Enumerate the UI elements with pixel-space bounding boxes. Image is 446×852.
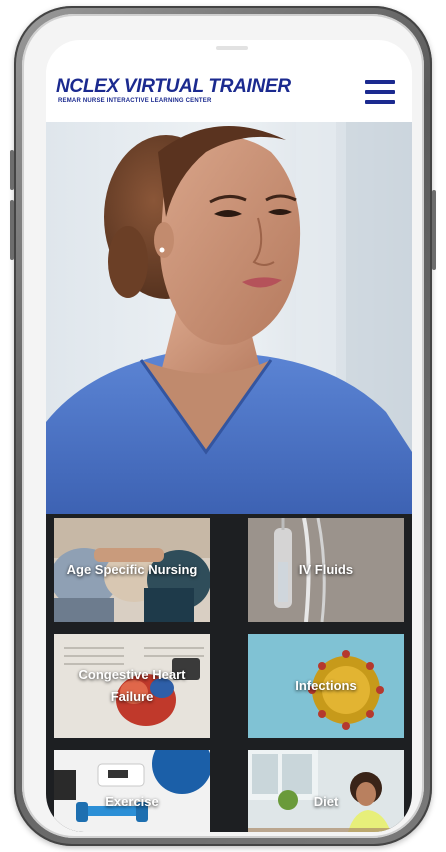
tile-exercise[interactable]: Exercise — [54, 750, 210, 832]
tile-label: Infections — [295, 678, 357, 693]
brand-subtitle: REMAR NURSE INTERACTIVE LEARNING CENTER — [58, 98, 212, 104]
phone-speaker — [216, 46, 248, 50]
phone-notch — [176, 40, 286, 60]
nurse-photo — [46, 122, 412, 514]
hamburger-menu-icon[interactable] — [364, 78, 396, 106]
tile-infections[interactable]: Infections — [248, 634, 404, 738]
tile-age-specific-nursing[interactable]: Age Specific Nursing — [54, 518, 210, 622]
hero-image — [46, 122, 412, 514]
tile-label: Congestive Heart Failure — [78, 667, 186, 704]
phone-side-button — [10, 200, 14, 260]
tile-label: Exercise — [105, 794, 159, 809]
tile-label: Diet — [313, 794, 339, 809]
brand-title[interactable]: NCLEX VIRTUAL TRAINER — [56, 76, 291, 98]
topic-grid: Age Specific Nursing IV Fluids Congestiv… — [46, 514, 412, 832]
tile-label: Age Specific Nursing — [66, 562, 198, 577]
tile-congestive-heart-failure[interactable]: Congestive Heart Failure — [54, 634, 210, 738]
phone-side-button — [10, 150, 14, 190]
phone-side-button — [432, 190, 436, 270]
phone-screen: NCLEX VIRTUAL TRAINER REMAR NURSE INTERA… — [46, 40, 412, 832]
site-header: NCLEX VIRTUAL TRAINER REMAR NURSE INTERA… — [46, 60, 412, 122]
tile-iv-fluids[interactable]: IV Fluids — [248, 518, 404, 622]
tile-diet[interactable]: Diet — [248, 750, 404, 832]
tile-label: IV Fluids — [298, 562, 354, 577]
